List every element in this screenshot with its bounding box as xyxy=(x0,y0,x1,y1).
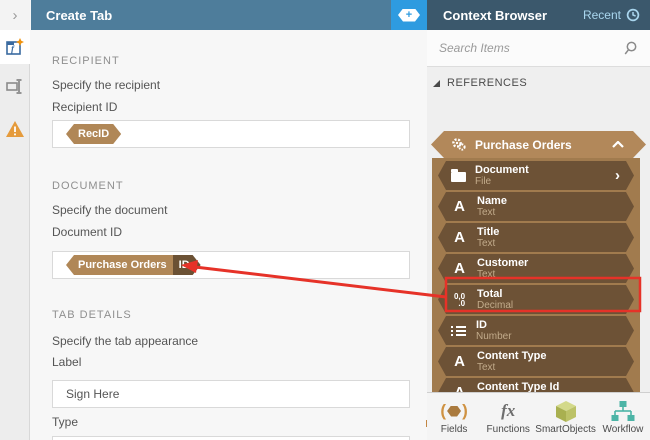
create-tab-header: Create Tab + xyxy=(31,0,427,30)
chevron-up-icon xyxy=(612,141,624,148)
tree-expanded-icon xyxy=(433,80,440,87)
section-heading-document: DOCUMENT xyxy=(52,181,410,192)
search-bar xyxy=(427,30,650,67)
tab-workflow[interactable]: Workflow xyxy=(596,393,650,440)
collapse-panel-button[interactable]: › xyxy=(0,0,30,30)
document-id-input[interactable]: Purchase Orders ID xyxy=(52,251,410,279)
text-icon xyxy=(451,260,468,277)
context-field-item[interactable]: Content Type Text xyxy=(438,347,634,376)
group-title: Purchase Orders xyxy=(467,138,612,152)
tab-smartobjects-label: SmartObjects xyxy=(535,424,596,435)
app-window: › f xyxy=(0,0,650,440)
decimal-icon xyxy=(451,293,468,307)
purchase-orders-field-list: Document File › Name Text xyxy=(432,158,640,429)
context-field-item[interactable]: Total Decimal xyxy=(438,285,634,314)
clock-icon xyxy=(626,8,640,22)
search-icon[interactable] xyxy=(623,41,638,56)
toolbar-item-rename[interactable] xyxy=(0,70,30,104)
section-heading-recipient: RECIPIENT xyxy=(52,56,410,67)
document-id-label: Document ID xyxy=(52,225,410,239)
toolbar-item-warnings[interactable] xyxy=(0,112,30,146)
tab-details-description: Specify the tab appearance xyxy=(52,334,410,348)
form-wizard-icon: f xyxy=(6,38,24,56)
context-browser-tabbar: () Fields fx Functions SmartObjects xyxy=(427,392,650,440)
context-field-item[interactable]: Document File › xyxy=(438,161,634,190)
functions-icon: fx xyxy=(501,400,515,422)
tab-workflow-label: Workflow xyxy=(602,424,643,435)
left-toolbar: › f xyxy=(0,0,30,440)
create-tab-form: RECIPIENT Specify the recipient Recipien… xyxy=(31,30,427,440)
tab-smartobjects[interactable]: SmartObjects xyxy=(535,393,596,440)
context-field-item[interactable]: Name Text xyxy=(438,192,634,221)
context-field-item[interactable]: ID Number xyxy=(438,316,634,345)
add-token-icon: + xyxy=(398,9,420,22)
context-browser-body: REFERENCES Purchase Orders xyxy=(427,67,650,392)
context-browser-panel: Context Browser Recent REFERENCES xyxy=(427,0,650,440)
document-description: Specify the document xyxy=(52,203,410,217)
smartobject-reference-icon xyxy=(451,138,467,151)
toolbar-item-create-tab[interactable]: f xyxy=(0,30,30,64)
chevron-right-icon: › xyxy=(615,169,620,183)
label-input-wrap xyxy=(52,380,410,408)
label-input[interactable] xyxy=(66,387,392,401)
type-input[interactable] xyxy=(52,436,410,440)
folder-icon xyxy=(451,172,466,182)
recipient-description: Specify the recipient xyxy=(52,78,410,92)
references-toggle[interactable]: REFERENCES xyxy=(427,67,650,95)
page-title: Create Tab xyxy=(31,8,391,23)
label-field-label: Label xyxy=(52,355,410,369)
recent-label: Recent xyxy=(583,8,621,22)
text-icon xyxy=(451,198,468,215)
text-icon xyxy=(451,229,468,246)
rename-field-icon xyxy=(6,79,24,95)
search-input[interactable] xyxy=(439,41,623,55)
context-field-item[interactable]: Customer Text xyxy=(438,254,634,283)
purchase-orders-id-token[interactable]: Purchase Orders ID xyxy=(66,255,201,275)
fields-icon: () xyxy=(440,400,467,422)
purchase-orders-group-header[interactable]: Purchase Orders xyxy=(431,131,646,158)
create-tab-panel: Create Tab + RECIPIENT Specify the recip… xyxy=(31,0,427,440)
type-field-label: Type xyxy=(52,415,410,429)
section-heading-tab-details: TAB DETAILS xyxy=(52,310,410,321)
warning-icon xyxy=(5,120,25,138)
numbered-list-icon xyxy=(451,325,467,336)
recid-token[interactable]: RecID xyxy=(66,124,121,144)
tab-fields[interactable]: () Fields xyxy=(427,393,481,440)
recipient-id-label: Recipient ID xyxy=(52,100,410,114)
text-icon xyxy=(451,353,468,370)
workflow-icon xyxy=(611,400,635,422)
tab-functions[interactable]: fx Functions xyxy=(481,393,535,440)
smartobjects-cube-icon xyxy=(555,400,577,422)
context-browser-title: Context Browser xyxy=(443,8,583,23)
tab-functions-label: Functions xyxy=(487,424,530,435)
tab-fields-label: Fields xyxy=(441,424,468,435)
recipient-id-input[interactable]: RecID xyxy=(52,120,410,148)
recent-button[interactable]: Recent xyxy=(583,8,640,22)
context-browser-header: Context Browser Recent xyxy=(427,0,650,30)
add-item-button[interactable]: + xyxy=(391,0,427,30)
references-heading: REFERENCES xyxy=(447,77,527,89)
context-field-item[interactable]: Title Text xyxy=(438,223,634,252)
